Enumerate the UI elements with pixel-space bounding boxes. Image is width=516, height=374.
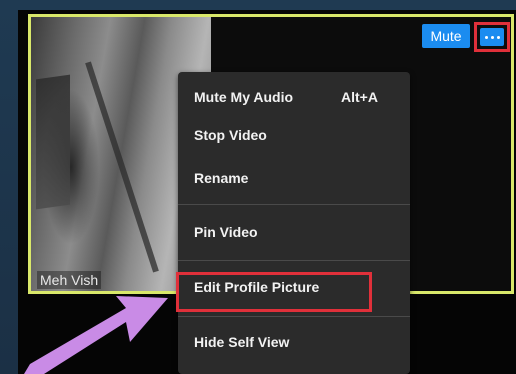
mute-button[interactable]: Mute bbox=[422, 24, 470, 48]
menu-item-stop-video[interactable]: Stop Video bbox=[178, 116, 410, 154]
menu-item-shortcut: Alt+A bbox=[341, 89, 378, 105]
participant-context-menu: Mute My Audio Alt+A Stop Video Rename Pi… bbox=[178, 72, 410, 374]
menu-item-hide-self-view[interactable]: Hide Self View bbox=[178, 323, 410, 361]
pointer-arrow-icon bbox=[24, 296, 168, 374]
more-options-button[interactable] bbox=[474, 22, 510, 52]
dot bbox=[490, 35, 494, 39]
menu-item-label: Mute My Audio bbox=[194, 89, 294, 105]
menu-item-label: Hide Self View bbox=[194, 334, 290, 350]
participant-name-label: Meh Vish bbox=[37, 271, 102, 289]
menu-item-edit-profile-picture[interactable]: Edit Profile Picture bbox=[178, 268, 410, 306]
menu-item-rename[interactable]: Rename bbox=[178, 159, 410, 197]
menu-item-label: Stop Video bbox=[194, 127, 267, 143]
dot bbox=[484, 35, 488, 39]
more-options-icon bbox=[480, 28, 504, 46]
menu-item-label: Edit Profile Picture bbox=[194, 279, 320, 295]
menu-separator bbox=[178, 316, 410, 317]
menu-item-label: Pin Video bbox=[194, 224, 258, 240]
menu-item-label: Rename bbox=[194, 170, 249, 186]
menu-separator bbox=[178, 204, 410, 205]
dot bbox=[496, 35, 500, 39]
menu-separator bbox=[178, 260, 410, 261]
menu-item-mute-my-audio[interactable]: Mute My Audio Alt+A bbox=[178, 78, 410, 116]
menu-item-pin-video[interactable]: Pin Video bbox=[178, 213, 410, 251]
